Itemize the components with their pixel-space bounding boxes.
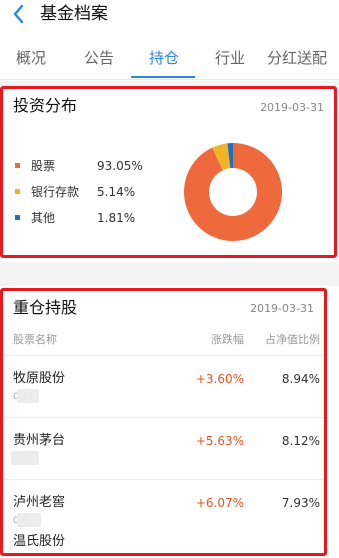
holdings-date: 2019-03-31	[250, 302, 314, 315]
column-header-change: 涨跌幅	[211, 333, 244, 346]
legend-percent: 93.05%	[97, 159, 143, 173]
tab-dividends[interactable]: 分红送配	[267, 48, 327, 68]
tab-holdings[interactable]: 持仓	[149, 48, 179, 68]
table-row[interactable]: 泸州老窖 0 8 +6.07% 7.93%	[3, 479, 324, 539]
stock-ratio: 7.93%	[281, 496, 320, 510]
distribution-date: 2019-03-31	[260, 101, 324, 114]
legend-label: 股票	[31, 159, 56, 173]
legend-label: 银行存款	[31, 185, 80, 199]
stock-ratio: 8.12%	[281, 434, 320, 448]
code-blur-mask	[17, 513, 41, 527]
tab-industry[interactable]: 行业	[215, 48, 245, 68]
page-title: 基金档案	[40, 4, 108, 24]
legend-item-other: 其他 1.81%	[15, 209, 165, 227]
legend-item-bank-deposit: 银行存款 5.14%	[15, 183, 165, 201]
top-bar: 基金档案	[0, 0, 339, 30]
tab-announcements[interactable]: 公告	[84, 48, 114, 68]
table-row[interactable]: 牧原股份 0 14 +3.60% 8.94%	[3, 355, 324, 415]
legend-percent: 5.14%	[97, 185, 136, 199]
tab-bar: 概况 公告 持仓 行业 分红送配	[0, 38, 339, 80]
code-blur-mask	[17, 389, 39, 403]
chevron-left-icon[interactable]	[8, 2, 30, 26]
active-tab-indicator	[131, 76, 195, 78]
stock-change: +3.60%	[195, 372, 244, 386]
column-header-ratio: 占净值比例	[265, 333, 320, 346]
distribution-donut-chart	[183, 143, 282, 241]
holdings-title: 重仓持股	[13, 298, 78, 317]
tab-overview[interactable]: 概况	[16, 48, 46, 68]
legend-swatch	[15, 215, 20, 220]
legend-label: 其他	[31, 211, 56, 225]
code-blur-mask	[11, 451, 39, 465]
section-divider	[0, 262, 339, 286]
legend-swatch	[15, 163, 20, 168]
stock-change: +5.63%	[195, 434, 244, 448]
stock-name: 贵州茅台	[13, 433, 66, 448]
column-header-name: 股票名称	[13, 333, 57, 346]
stock-change: +6.07%	[195, 496, 244, 510]
legend-item-stocks: 股票 93.05%	[15, 157, 165, 175]
top-holdings-card: 重仓持股 2019-03-31 股票名称 涨跌幅 占净值比例 牧原股份 0 14…	[0, 288, 327, 556]
legend-swatch	[15, 189, 20, 194]
stock-name-partial: 温氏股份	[13, 534, 66, 549]
stock-name: 泸州老窖	[13, 495, 66, 510]
investment-distribution-card: 投资分布 2019-03-31 股票 93.05% 银行存款 5.14% 其他 …	[0, 86, 337, 258]
table-row[interactable]: 贵州茅台 19 +5.63% 8.12%	[3, 417, 324, 477]
stock-ratio: 8.94%	[281, 372, 320, 386]
stock-name: 牧原股份	[13, 371, 66, 386]
distribution-title: 投资分布	[13, 96, 78, 115]
legend-percent: 1.81%	[97, 211, 136, 225]
